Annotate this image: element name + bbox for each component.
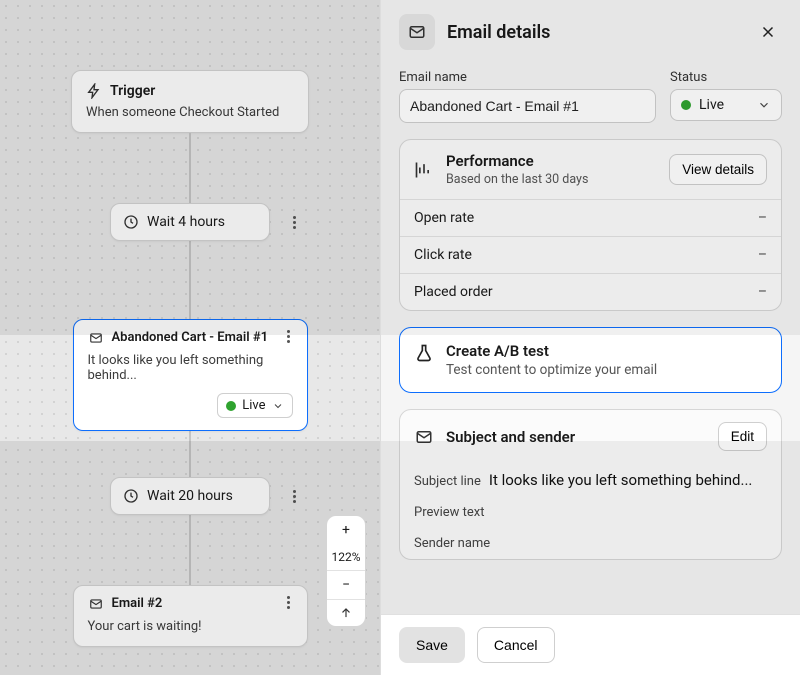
email-2-menu[interactable] <box>281 596 297 609</box>
clock-icon <box>123 214 139 230</box>
subject-line-value: It looks like you left something behind.… <box>489 471 752 489</box>
subject-line-label: Subject line <box>414 474 481 489</box>
ab-test-title: Create A/B test <box>446 342 657 360</box>
details-panel: Email details Email name Status Live <box>380 0 800 675</box>
trigger-desc: When someone Checkout Started <box>86 105 294 120</box>
performance-subtitle: Based on the last 30 days <box>446 172 588 187</box>
preview-text-label: Preview text <box>414 505 485 520</box>
chart-icon <box>414 160 434 180</box>
clock-icon <box>123 488 139 504</box>
mail-icon <box>399 14 435 50</box>
metric-click-rate: Click rate <box>414 247 472 263</box>
save-button[interactable]: Save <box>399 627 465 663</box>
flow-canvas[interactable]: Trigger When someone Checkout Started Wa… <box>0 0 380 675</box>
mail-icon <box>88 597 104 611</box>
zoom-controls: + 122% − <box>326 515 366 627</box>
email-2-title: Email #2 <box>112 596 163 611</box>
chevron-down-icon <box>757 98 771 112</box>
close-button[interactable] <box>754 18 782 46</box>
email-1-preview: It looks like you left something behind.… <box>88 353 293 383</box>
status-dot-icon <box>226 401 236 411</box>
flask-icon <box>414 342 434 364</box>
subject-card-title: Subject and sender <box>446 428 575 446</box>
performance-title: Performance <box>446 152 588 170</box>
chevron-down-icon <box>272 400 284 412</box>
edit-subject-button[interactable]: Edit <box>718 422 767 451</box>
wait-node-1[interactable]: Wait 4 hours <box>110 203 270 241</box>
performance-card: Performance Based on the last 30 days Vi… <box>399 139 782 311</box>
wait-2-menu[interactable] <box>280 482 308 510</box>
trigger-node[interactable]: Trigger When someone Checkout Started <box>71 70 309 133</box>
metric-placed-order: Placed order <box>414 284 493 300</box>
email-1-title: Abandoned Cart - Email #1 <box>112 330 269 345</box>
panel-title: Email details <box>447 22 742 43</box>
mail-icon <box>414 428 434 446</box>
metric-open-rate: Open rate <box>414 210 474 226</box>
zoom-level: 122% <box>327 544 365 570</box>
mail-icon <box>88 331 104 345</box>
email-1-menu[interactable] <box>281 330 297 343</box>
status-select[interactable]: Live <box>670 89 782 121</box>
trigger-heading: Trigger <box>110 83 155 99</box>
wait-node-2[interactable]: Wait 20 hours <box>110 477 270 515</box>
zoom-out-button[interactable]: − <box>327 570 365 599</box>
lightning-icon <box>86 83 102 99</box>
ab-test-subtitle: Test content to optimize your email <box>446 362 657 378</box>
status-dot-icon <box>681 100 691 110</box>
zoom-reset-button[interactable] <box>327 599 365 626</box>
email-node-2[interactable]: Email #2 Your cart is waiting! <box>73 585 308 647</box>
create-ab-test-button[interactable]: Create A/B test Test content to optimize… <box>399 327 782 393</box>
email-2-preview: Your cart is waiting! <box>88 619 293 634</box>
zoom-in-button[interactable]: + <box>327 516 365 544</box>
email-node-1[interactable]: Abandoned Cart - Email #1 It looks like … <box>73 319 308 431</box>
wait-label: Wait 20 hours <box>147 488 233 504</box>
wait-1-menu[interactable] <box>280 208 308 236</box>
wait-label: Wait 4 hours <box>147 214 225 230</box>
email-1-status[interactable]: Live <box>217 393 292 418</box>
panel-footer: Save Cancel <box>381 614 800 675</box>
email-name-input[interactable] <box>399 89 656 123</box>
view-details-button[interactable]: View details <box>669 154 767 185</box>
subject-sender-card: Subject and sender Edit Subject line It … <box>399 409 782 560</box>
cancel-button[interactable]: Cancel <box>477 627 555 663</box>
email-name-label: Email name <box>399 70 656 85</box>
status-label: Status <box>670 70 782 85</box>
sender-name-label: Sender name <box>414 536 490 551</box>
